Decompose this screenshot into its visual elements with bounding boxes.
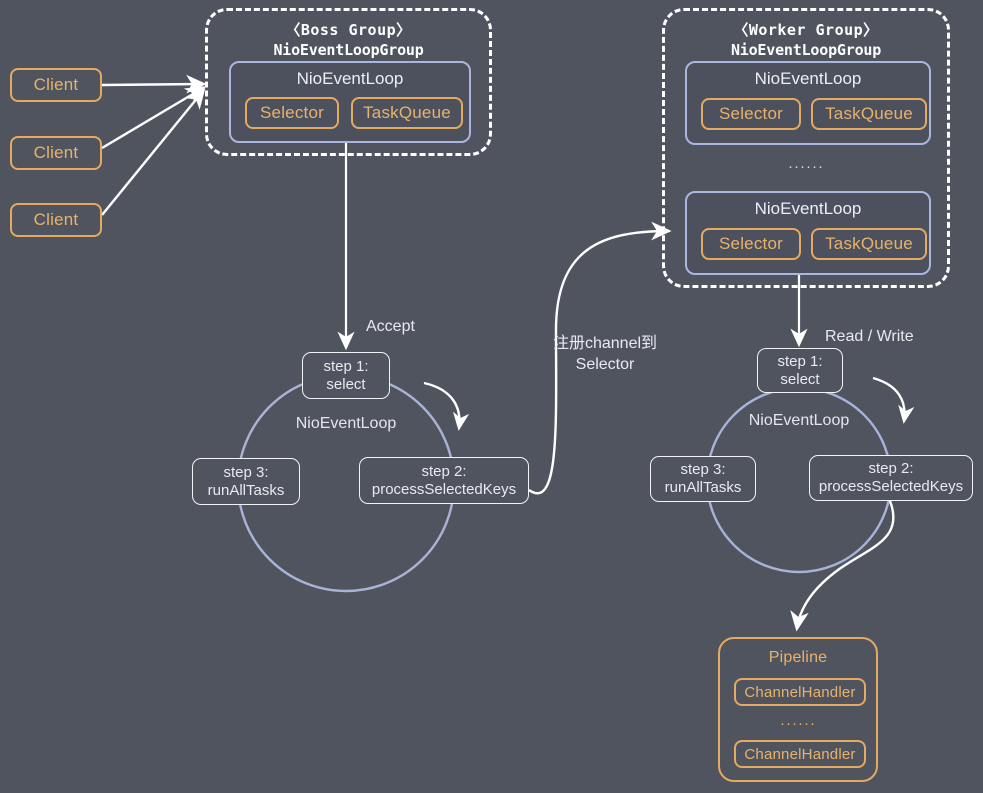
edge-worker-step2-to-pipeline bbox=[790, 500, 895, 632]
worker-step2-box[interactable]: step 2: processSelectedKeys bbox=[809, 455, 973, 501]
selector-label: Selector bbox=[719, 104, 783, 123]
boss-step2-box[interactable]: step 2: processSelectedKeys bbox=[359, 457, 529, 504]
step-line-2: runAllTasks bbox=[207, 481, 285, 499]
accept-label: Accept bbox=[366, 318, 415, 335]
worker-selector-box[interactable]: Selector bbox=[701, 228, 801, 260]
boss-event-loop-1: NioEventLoop Selector TaskQueue bbox=[229, 61, 471, 143]
selector-label: Selector bbox=[260, 103, 324, 122]
selector-label: Selector bbox=[719, 234, 783, 253]
register-channel-label: 注册channel到 Selector bbox=[540, 333, 670, 375]
step-line-1: step 3: bbox=[680, 461, 726, 478]
step-line-2: runAllTasks bbox=[664, 479, 742, 496]
client-label: Client bbox=[33, 75, 79, 94]
pipeline-ellipsis: ······ bbox=[780, 715, 816, 732]
worker-taskqueue-box[interactable]: TaskQueue bbox=[811, 98, 927, 130]
boss-step3-box[interactable]: step 3: runAllTasks bbox=[192, 458, 300, 505]
worker-group-container: 〈Worker Group〉 NioEventLoopGroup NioEven… bbox=[662, 8, 950, 288]
pipeline-container: Pipeline ChannelHandler ······ ChannelHa… bbox=[718, 637, 878, 782]
step-line-2: select bbox=[780, 370, 820, 388]
worker-taskqueue-box[interactable]: TaskQueue bbox=[811, 228, 927, 260]
worker-event-loop-2: NioEventLoop Selector TaskQueue bbox=[685, 191, 931, 275]
boss-group-subtitle: NioEventLoopGroup bbox=[273, 41, 424, 59]
taskqueue-label: TaskQueue bbox=[825, 104, 913, 123]
worker-event-loop-title: NioEventLoop bbox=[754, 69, 862, 88]
worker-group-subtitle: NioEventLoopGroup bbox=[730, 41, 882, 59]
step-line-1: step 3: bbox=[223, 463, 269, 481]
worker-step3-box[interactable]: step 3: runAllTasks bbox=[650, 456, 756, 502]
edge-client3-to-boss bbox=[101, 88, 206, 216]
step-line-1: step 1: bbox=[323, 357, 369, 375]
boss-cycle-center-label: NioEventLoop bbox=[295, 415, 397, 432]
register-channel-line-1: 注册channel到 bbox=[552, 335, 658, 352]
edge-client1-to-boss bbox=[101, 74, 207, 94]
step-line-1: step 1: bbox=[777, 352, 823, 370]
worker-group-ellipsis: ······ bbox=[788, 158, 824, 175]
boss-taskqueue-box[interactable]: TaskQueue bbox=[351, 97, 463, 129]
client-box-1[interactable]: Client bbox=[10, 68, 102, 102]
boss-event-loop-title: NioEventLoop bbox=[296, 69, 404, 88]
read-write-label: Read / Write bbox=[825, 328, 914, 345]
worker-event-loop-title: NioEventLoop bbox=[754, 199, 862, 218]
worker-cycle-center-label: NioEventLoop bbox=[748, 412, 850, 429]
channel-handler-label: ChannelHandler bbox=[744, 683, 856, 701]
client-label: Client bbox=[33, 210, 79, 229]
taskqueue-label: TaskQueue bbox=[825, 234, 913, 253]
step-line-1: step 2: bbox=[868, 460, 914, 477]
step-line-2: processSelectedKeys bbox=[371, 480, 517, 498]
channel-handler-label: ChannelHandler bbox=[744, 745, 856, 763]
diagram-canvas: Client Client Client 〈Boss Group〉 NioEve… bbox=[0, 0, 983, 793]
client-box-3[interactable]: Client bbox=[10, 203, 102, 237]
pipeline-title: Pipeline bbox=[768, 649, 828, 666]
channel-handler-box-2[interactable]: ChannelHandler bbox=[734, 740, 866, 768]
edge-client2-to-boss bbox=[101, 86, 207, 150]
boss-step1-box[interactable]: step 1: select bbox=[302, 352, 390, 399]
boss-group-container: 〈Boss Group〉 NioEventLoopGroup NioEventL… bbox=[205, 8, 492, 156]
step-line-2: processSelectedKeys bbox=[818, 478, 964, 495]
client-box-2[interactable]: Client bbox=[10, 136, 102, 170]
boss-group-title: 〈Boss Group〉 bbox=[285, 21, 412, 39]
taskqueue-label: TaskQueue bbox=[363, 103, 451, 122]
worker-event-loop-1: NioEventLoop Selector TaskQueue bbox=[685, 61, 931, 145]
worker-group-title: 〈Worker Group〉 bbox=[733, 21, 879, 39]
register-channel-line-2: Selector bbox=[575, 356, 635, 373]
client-label: Client bbox=[33, 143, 79, 162]
step-line-2: select bbox=[326, 375, 366, 393]
step-line-1: step 2: bbox=[421, 462, 467, 480]
channel-handler-box-1[interactable]: ChannelHandler bbox=[734, 678, 866, 706]
worker-selector-box[interactable]: Selector bbox=[701, 98, 801, 130]
worker-step1-box[interactable]: step 1: select bbox=[757, 348, 843, 393]
boss-selector-box[interactable]: Selector bbox=[245, 97, 339, 129]
